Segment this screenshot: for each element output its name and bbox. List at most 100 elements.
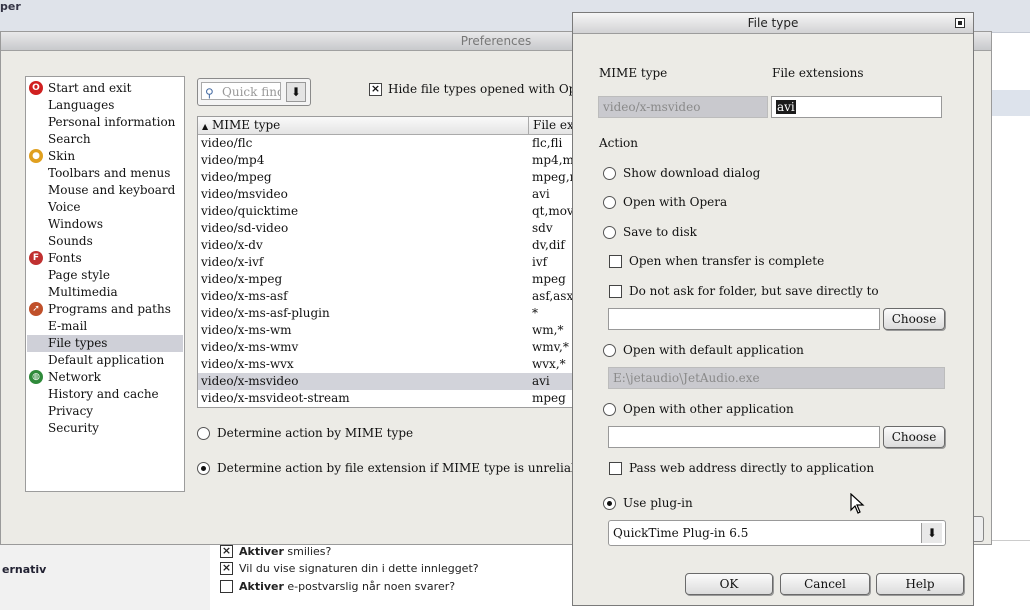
determine-by-extension-radio[interactable]: [197, 461, 210, 475]
table-row[interactable]: video/msvideo avi: [198, 186, 578, 203]
open-default-app-label: Open with default application: [623, 343, 804, 357]
choose-app-button[interactable]: Choose: [883, 426, 945, 448]
file-type-dialog-title: File type: [573, 13, 973, 34]
do-not-ask-folder-checkbox[interactable]: [609, 284, 622, 298]
category-item[interactable]: File types: [48, 335, 107, 352]
open-when-complete-option[interactable]: Open when transfer is complete: [609, 254, 824, 268]
determine-by-mime-option[interactable]: Determine action by MIME type: [197, 426, 413, 440]
category-item[interactable]: Skin: [48, 148, 75, 165]
table-row[interactable]: video/mp4 mp4,mp: [198, 152, 578, 169]
webpage-option[interactable]: Aktiver e-postvarslig når noen svarer?: [220, 580, 455, 593]
category-item[interactable]: Voice: [48, 199, 80, 216]
category-item[interactable]: Sounds: [48, 233, 93, 250]
table-row[interactable]: video/x-msvideo avi: [198, 373, 578, 390]
webpage-option-checkbox[interactable]: ×: [220, 562, 233, 575]
category-item[interactable]: Programs and paths: [48, 301, 171, 318]
show-download-dialog-radio[interactable]: [603, 166, 616, 180]
category-list[interactable]: O Start and exit Languages Personal informa…: [25, 76, 185, 492]
do-not-ask-folder-option[interactable]: Do not ask for folder, but save directly…: [609, 284, 879, 298]
determine-by-extension-option[interactable]: Determine action by file extension if MI…: [197, 461, 590, 475]
hide-opera-file-types-checkbox[interactable]: ×: [369, 82, 382, 96]
save-to-disk-option[interactable]: Save to disk: [603, 225, 697, 239]
open-other-app-label: Open with other application: [623, 402, 794, 416]
arrow-down-icon: ⬇: [921, 523, 942, 543]
webpage-option[interactable]: × Aktiver smilies?: [220, 545, 331, 558]
open-other-app-option[interactable]: Open with other application: [603, 402, 794, 416]
save-to-disk-radio[interactable]: [603, 225, 616, 239]
webpage-option-label: Vil du vise signaturen din i dette innle…: [239, 562, 479, 575]
category-item[interactable]: Security: [48, 420, 99, 437]
open-with-opera-label: Open with Opera: [623, 195, 728, 209]
category-item[interactable]: E-mail: [48, 318, 87, 335]
table-row[interactable]: video/quicktime qt,mov: [198, 203, 578, 220]
table-row[interactable]: video/x-msvideot-stream mpeg: [198, 390, 578, 407]
use-plugin-radio[interactable]: [603, 496, 616, 510]
other-app-field[interactable]: [608, 426, 880, 448]
category-item[interactable]: Toolbars and menus: [48, 165, 170, 182]
table-header: ▲ MIME type File exte: [198, 117, 578, 135]
category-item[interactable]: Page style: [48, 267, 110, 284]
table-row[interactable]: video/mpeg mpeg,m: [198, 169, 578, 186]
file-type-dialog: File type MIME type File extensions vide…: [572, 12, 974, 606]
plugin-select[interactable]: QuickTime Plug-in 6.5 ⬇: [608, 520, 946, 546]
table-row[interactable]: video/x-ivf ivf: [198, 254, 578, 271]
open-with-opera-option[interactable]: Open with Opera: [603, 195, 727, 209]
mime-type-cell: video/x-ms-asf-plugin: [201, 306, 330, 320]
use-plugin-option[interactable]: Use plug-in: [603, 496, 693, 510]
webpage-option-label: Aktiver smilies?: [239, 545, 331, 558]
category-item[interactable]: Mouse and keyboard: [48, 182, 175, 199]
category-item[interactable]: Windows: [48, 216, 103, 233]
quick-find-dropdown-button[interactable]: ⬇: [286, 82, 306, 102]
pass-web-address-checkbox[interactable]: [609, 461, 622, 475]
magnifier-icon: ⚲: [205, 86, 214, 100]
table-row[interactable]: video/x-ms-asf asf,asx,: [198, 288, 578, 305]
category-item[interactable]: History and cache: [48, 386, 159, 403]
close-icon[interactable]: [955, 18, 965, 28]
table-row[interactable]: video/x-dv dv,dif: [198, 237, 578, 254]
category-item[interactable]: Network: [48, 369, 101, 386]
show-download-dialog-option[interactable]: Show download dialog: [603, 166, 760, 180]
mime-type-field: video/x-msvideo: [598, 96, 768, 118]
table-row[interactable]: video/x-ms-asf-plugin *: [198, 305, 578, 322]
category-item[interactable]: Privacy: [48, 403, 93, 420]
category-item[interactable]: Search: [48, 131, 91, 148]
file-extension-cell: mpeg: [532, 391, 566, 405]
ok-button[interactable]: OK: [685, 573, 773, 595]
save-to-disk-label: Save to disk: [623, 225, 697, 239]
cancel-button[interactable]: Cancel: [780, 573, 870, 595]
hide-opera-file-types-option[interactable]: × Hide file types opened with Opera: [369, 82, 596, 96]
category-item[interactable]: Multimedia: [48, 284, 118, 301]
quick-find-input[interactable]: ⚲ Quick find: [201, 82, 281, 100]
open-default-app-radio[interactable]: [603, 343, 616, 357]
save-folder-field[interactable]: [608, 308, 880, 330]
mime-type-label: MIME type: [599, 66, 668, 80]
webpage-option-checkbox[interactable]: ×: [220, 545, 233, 558]
category-item[interactable]: Fonts: [48, 250, 82, 267]
table-row[interactable]: video/x-mpeg mpeg: [198, 271, 578, 288]
open-other-app-radio[interactable]: [603, 402, 616, 416]
column-header-mime-type[interactable]: ▲ MIME type: [198, 117, 529, 134]
webpage-option-checkbox[interactable]: [220, 580, 233, 593]
category-item[interactable]: Languages: [48, 97, 114, 114]
file-extensions-label: File extensions: [772, 66, 864, 80]
category-item[interactable]: Personal information: [48, 114, 175, 131]
rocket-icon: ➚: [29, 302, 43, 316]
open-when-complete-checkbox[interactable]: [609, 254, 622, 268]
table-row[interactable]: video/flc flc,fli: [198, 135, 578, 152]
open-default-app-option[interactable]: Open with default application: [603, 343, 804, 357]
mime-type-table[interactable]: ▲ MIME type File exte video/flcflc,flivi…: [197, 116, 579, 408]
table-row[interactable]: video/x-ms-wmv wmv,*: [198, 339, 578, 356]
table-row[interactable]: video/x-ms-wvx wvx,*: [198, 356, 578, 373]
webpage-option[interactable]: × Vil du vise signaturen din i dette innl…: [220, 562, 479, 575]
category-item[interactable]: Default application: [48, 352, 164, 369]
table-row[interactable]: video/sd-video sdv: [198, 220, 578, 237]
table-row[interactable]: video/x-ms-wm wm,*: [198, 322, 578, 339]
file-extension-cell: qt,mov: [532, 204, 574, 218]
help-button[interactable]: Help: [876, 573, 964, 595]
file-extensions-field[interactable]: avi: [771, 96, 942, 118]
category-item[interactable]: Start and exit: [48, 80, 131, 97]
choose-folder-button[interactable]: Choose: [883, 308, 945, 330]
determine-by-mime-radio[interactable]: [197, 426, 210, 440]
pass-web-address-option[interactable]: Pass web address directly to application: [609, 461, 874, 475]
open-with-opera-radio[interactable]: [603, 195, 616, 209]
